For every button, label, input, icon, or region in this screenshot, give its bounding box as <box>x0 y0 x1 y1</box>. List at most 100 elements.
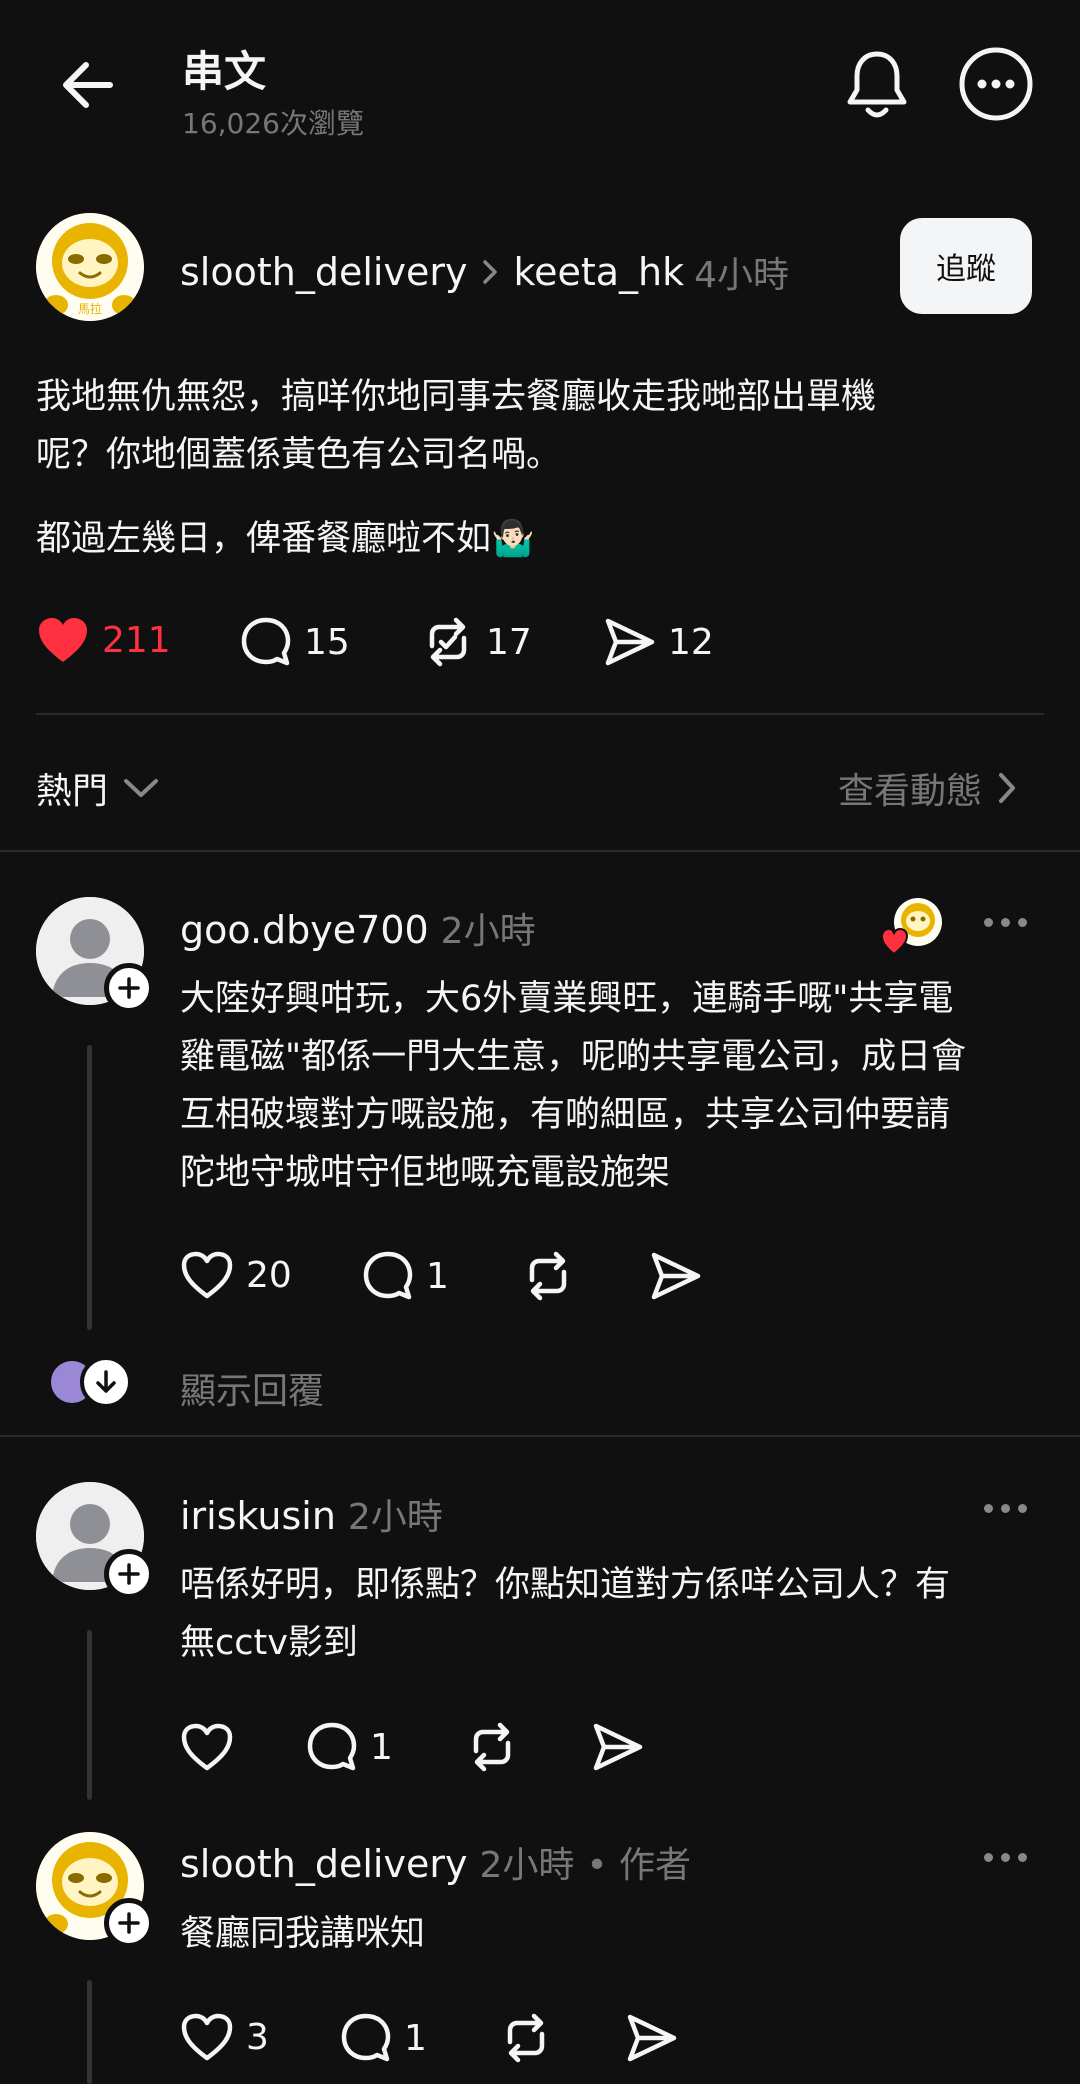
reply-share-button[interactable] <box>626 2013 678 2063</box>
reply-time: 2小時 <box>440 911 536 952</box>
reply-line: 餐廳同我講咪知 <box>180 1914 426 1954</box>
divider <box>0 1435 1080 1437</box>
reply-repost-button[interactable] <box>500 2012 552 2064</box>
reply-line: 無cctv影到 <box>180 1623 358 1663</box>
repost-icon <box>429 617 467 667</box>
more-options-button[interactable] <box>958 46 1034 122</box>
sort-label: 熱門 <box>36 771 109 812</box>
send-icon <box>651 1252 701 1300</box>
reply-more-button[interactable] <box>984 918 1027 927</box>
reply-time: 2小時 <box>479 1845 575 1886</box>
reply-like-count: 20 <box>246 1254 292 1296</box>
post-line: 呢？你地個蓋係黃色有公司名喎。 <box>36 435 562 475</box>
reply-repost-button[interactable] <box>466 1721 518 1773</box>
send-icon <box>593 1723 643 1771</box>
reply-line: 陀地守城咁守佢地嘅充電設施架 <box>180 1153 671 1193</box>
repost-icon <box>507 2013 545 2063</box>
speech-bubble-icon <box>307 1722 357 1771</box>
share-button[interactable]: 12 <box>604 617 714 667</box>
heart-outline-icon <box>181 1723 233 1771</box>
reply-repost-button[interactable] <box>522 1250 574 1302</box>
view-count: 16,026次瀏覽 <box>182 107 364 140</box>
plus-icon <box>118 1912 140 1934</box>
divider <box>0 850 1080 852</box>
thread-line <box>87 1630 92 1800</box>
repost-icon <box>473 1722 511 1772</box>
reply-share-button[interactable] <box>592 1722 644 1772</box>
arrow-down-icon <box>96 1370 116 1393</box>
reply-thread-avatars <box>48 1356 132 1408</box>
reply-meta: slooth_delivery 2小時 • 作者 <box>180 1836 691 1888</box>
view-activity-link[interactable]: 查看動態 <box>838 762 1018 814</box>
bell-icon <box>847 51 907 118</box>
reply-like-button[interactable] <box>180 1722 234 1772</box>
reply-line: 大陸好興咁玩，大6外賣業興旺，連騎手嘅"共享電 <box>180 979 954 1019</box>
chevron-right-icon <box>483 260 498 284</box>
replied-to-name[interactable]: keeta_hk <box>513 250 684 294</box>
sort-dropdown[interactable]: 熱門 <box>36 762 160 814</box>
more-circle-icon <box>959 47 1033 121</box>
reply-line: 唔係好明，即係點？你點知道對方係咩公司人？有 <box>180 1565 951 1605</box>
thread-line <box>87 1045 92 1330</box>
reply-like-button[interactable]: 20 <box>180 1250 292 1300</box>
post-time: 4小時 <box>694 255 790 296</box>
plus-icon <box>118 977 140 999</box>
repost-count: 17 <box>486 621 532 663</box>
repost-button[interactable]: 17 <box>422 616 532 668</box>
reply-author-name[interactable]: iriskusin <box>180 1494 336 1538</box>
divider <box>36 713 1044 715</box>
speech-bubble-icon <box>341 2013 391 2062</box>
repost-icon <box>529 1251 567 1301</box>
send-icon <box>627 2014 677 2062</box>
view-activity-label: 查看動態 <box>838 771 983 812</box>
follow-plus-badge[interactable] <box>104 1549 154 1599</box>
post-author-avatar[interactable]: 馬拉 <box>36 213 144 321</box>
reply-author-name[interactable]: goo.dbye700 <box>180 908 429 952</box>
page-title: 串文 <box>182 47 267 96</box>
heart-outline-icon <box>181 2013 233 2061</box>
notification-button[interactable] <box>842 48 912 122</box>
reply-more-button[interactable] <box>984 1504 1027 1513</box>
follow-plus-badge[interactable] <box>104 963 154 1013</box>
follow-plus-badge[interactable] <box>104 1898 154 1948</box>
reply-meta: goo.dbye700 2小時 <box>180 902 536 954</box>
speech-bubble-icon <box>241 617 291 666</box>
post-line: 我地無仇無怨，搞咩你地同事去餐廳收走我哋部出單機 <box>36 377 877 417</box>
reply-like-button[interactable]: 3 <box>180 2012 269 2062</box>
post-body: 我地無仇無怨，搞咩你地同事去餐廳收走我哋部出單機 呢？你地個蓋係黃色有公司名喎。… <box>36 368 1036 568</box>
reply-line: 互相破壞對方嘅設施，有啲細區，共享公司仲要請 <box>180 1095 951 1135</box>
reply-comment-count: 1 <box>404 2017 427 2059</box>
author-liked-icon <box>880 898 942 956</box>
expand-replies-badge[interactable] <box>80 1356 132 1408</box>
reply-comment-button[interactable]: 1 <box>340 2012 427 2064</box>
sloth-logo-icon: 馬拉 <box>36 213 144 321</box>
reply-body: 大陸好興咁玩，大6外賣業興旺，連騎手嘅"共享電 雞電磁"都係一門大生意，呢啲共享… <box>180 970 1050 1202</box>
reply-line: 雞電磁"都係一門大生意，呢啲共享電公司，成日會 <box>180 1037 967 1077</box>
reply-comment-button[interactable]: 1 <box>362 1250 449 1302</box>
reply-like-count: 3 <box>246 2016 269 2058</box>
plus-icon <box>118 1563 140 1585</box>
reply-time: 2小時 <box>347 1497 443 1538</box>
post-meta: slooth_delivery keeta_hk 4小時 <box>180 246 789 298</box>
back-button[interactable] <box>58 55 118 115</box>
like-button[interactable]: 211 <box>36 615 171 665</box>
show-replies-link[interactable]: 顯示回覆 <box>180 1362 324 1414</box>
reply-meta: iriskusin 2小時 <box>180 1488 443 1540</box>
reply-body: 唔係好明，即係點？你點知道對方係咩公司人？有 無cctv影到 <box>180 1556 1050 1672</box>
reply-share-button[interactable] <box>650 1251 702 1301</box>
avatar-logo-text: 馬拉 <box>78 301 102 316</box>
author-tag: • 作者 <box>586 1845 692 1886</box>
like-count: 211 <box>102 619 171 661</box>
post-author-name[interactable]: slooth_delivery <box>180 250 467 294</box>
comment-button[interactable]: 15 <box>240 616 350 668</box>
reply-comment-button[interactable]: 1 <box>306 1721 393 1773</box>
comment-count: 15 <box>304 621 350 663</box>
chevron-right-icon <box>999 773 1016 803</box>
thread-line <box>87 1980 92 2084</box>
arrow-left-icon <box>63 62 113 108</box>
reply-more-button[interactable] <box>984 1853 1027 1862</box>
reply-author-name[interactable]: slooth_delivery <box>180 1842 467 1886</box>
speech-bubble-icon <box>363 1251 413 1300</box>
heart-filled-icon <box>39 618 87 662</box>
follow-button[interactable]: 追蹤 <box>900 218 1032 314</box>
